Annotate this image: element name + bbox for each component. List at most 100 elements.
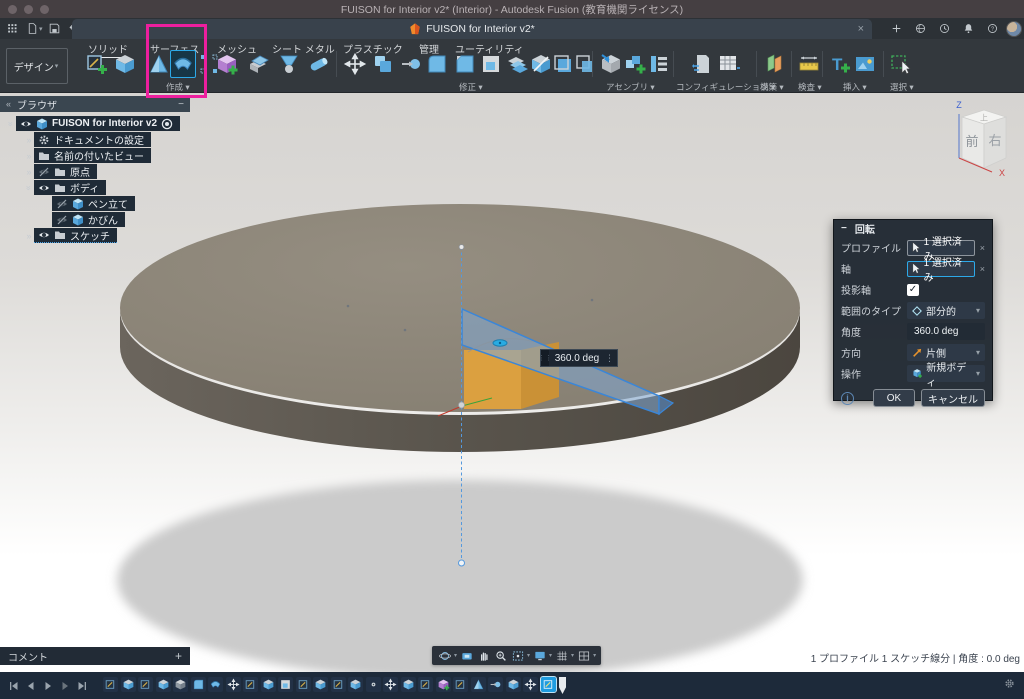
browser-item-ペン立て[interactable]: ペン立て: [0, 196, 200, 211]
browser-node[interactable]: 名前の付いたビュー: [34, 148, 151, 163]
user-avatar[interactable]: [1006, 21, 1022, 37]
dialog-collapse-icon[interactable]: −: [841, 223, 847, 234]
timeline-feature-icon[interactable]: [278, 677, 293, 692]
visibility-off-icon[interactable]: [56, 214, 68, 226]
projection-checkbox[interactable]: ✓: [907, 284, 919, 296]
timeline-feature-icon[interactable]: [173, 677, 188, 692]
angle-input[interactable]: ⋮⋮ 360.0 deg ⋮: [540, 349, 618, 367]
visibility-on-icon[interactable]: [38, 229, 50, 241]
timeline-feature-icon[interactable]: [366, 677, 381, 692]
angle-value[interactable]: 360.0 deg: [549, 353, 605, 364]
timeline-feature-icon[interactable]: [401, 677, 416, 692]
timeline-go-end-icon[interactable]: [74, 678, 89, 693]
visibility-off-icon[interactable]: [56, 198, 68, 210]
fit-icon[interactable]: [509, 647, 526, 664]
browser-node[interactable]: ボディ: [34, 180, 106, 195]
info-icon[interactable]: i: [841, 392, 854, 405]
close-tab-icon[interactable]: ×: [858, 23, 864, 35]
timeline-marker[interactable]: [559, 677, 566, 694]
measure-icon[interactable]: [796, 50, 822, 78]
browser-item-ボディ[interactable]: »ボディ: [0, 180, 200, 195]
tube-icon[interactable]: [306, 50, 332, 78]
toolbar-group-label[interactable]: 修正 ▾: [459, 81, 483, 93]
browser-node[interactable]: かびん: [52, 212, 125, 227]
viewports-icon[interactable]: [575, 647, 592, 664]
timeline-feature-icon[interactable]: [331, 677, 346, 692]
visibility-on-icon[interactable]: [20, 118, 32, 130]
browser-header[interactable]: « ブラウザ −: [0, 96, 190, 112]
timeline-feature-icon[interactable]: [261, 677, 276, 692]
toolbar-group-label[interactable]: 構築 ▾: [760, 81, 784, 93]
extent-type-dropdown[interactable]: 部分的 ▾: [907, 302, 985, 319]
pattern-face-icon[interactable]: [572, 50, 598, 78]
browser-item-FUISON for Interior v2[interactable]: »FUISON for Interior v2: [0, 116, 200, 131]
timeline-feature-icon[interactable]: [348, 677, 363, 692]
browser-node[interactable]: ペン立て: [52, 196, 135, 211]
toolbar-group-label[interactable]: 挿入 ▾: [843, 81, 867, 93]
pan-icon[interactable]: [475, 647, 492, 664]
collapse-panel-icon[interactable]: «: [6, 99, 11, 109]
comments-bar[interactable]: コメント +: [0, 647, 190, 665]
axis-selection-button[interactable]: 1 選択済み: [907, 261, 975, 277]
timeline-feature-icon[interactable]: [506, 677, 521, 692]
loft-icon[interactable]: [276, 50, 302, 78]
chamfer-icon[interactable]: [452, 50, 478, 78]
chevron-down-icon[interactable]: ▾: [527, 652, 530, 659]
timeline-feature-icon[interactable]: [138, 677, 153, 692]
timeline-feature-icon[interactable]: [418, 677, 433, 692]
toolbar-group-label[interactable]: 検査 ▾: [798, 81, 822, 93]
save-icon[interactable]: [45, 20, 65, 38]
expand-closed-icon[interactable]: »: [24, 151, 34, 161]
timeline-feature-icon[interactable]: [296, 677, 311, 692]
visibility-on-icon[interactable]: [38, 182, 50, 194]
clear-axis-icon[interactable]: ×: [980, 264, 985, 274]
extensions-icon[interactable]: [910, 20, 930, 38]
grid-snap-icon[interactable]: [553, 647, 570, 664]
new-component-icon[interactable]: [622, 50, 648, 78]
browser-node[interactable]: ドキュメントの設定: [34, 132, 151, 147]
press-pull-icon[interactable]: [398, 50, 424, 78]
insert-component-icon[interactable]: [598, 50, 624, 78]
chevron-down-icon[interactable]: ▾: [571, 652, 574, 659]
shell-icon[interactable]: [478, 50, 504, 78]
minimize-panel-icon[interactable]: −: [178, 99, 184, 110]
timeline-feature-icon[interactable]: [436, 677, 451, 692]
orbit-icon[interactable]: [436, 647, 453, 664]
create-sketch-icon[interactable]: [84, 50, 110, 78]
expand-closed-icon[interactable]: »: [24, 135, 34, 145]
timeline-go-start-icon[interactable]: [6, 678, 21, 693]
timeline-feature-icon[interactable]: [471, 677, 486, 692]
extrude-icon[interactable]: [112, 50, 138, 78]
browser-item-名前の付いたビュー[interactable]: »名前の付いたビュー: [0, 148, 200, 163]
clear-profile-icon[interactable]: ×: [980, 243, 985, 253]
ok-button[interactable]: OK: [873, 389, 915, 407]
expand-closed-icon[interactable]: »: [24, 231, 34, 241]
more-options-icon[interactable]: ⋮: [605, 353, 617, 364]
zoom-icon[interactable]: [492, 647, 509, 664]
timeline-feature-icon[interactable]: [243, 677, 258, 692]
browser-node[interactable]: FUISON for Interior v2: [16, 116, 180, 131]
browser-node[interactable]: スケッチ: [34, 228, 117, 243]
chevron-down-icon[interactable]: ▾: [39, 25, 43, 33]
configuration-doc-icon[interactable]: [690, 50, 716, 78]
browser-node[interactable]: 原点: [34, 164, 97, 179]
timeline-settings-icon[interactable]: [1003, 677, 1016, 695]
view-cube[interactable]: 上 前 右 Z X: [938, 96, 1024, 186]
configuration-table-icon[interactable]: [716, 50, 742, 78]
cancel-button[interactable]: キャンセル: [921, 389, 985, 407]
activate-component-icon[interactable]: [161, 118, 173, 130]
timeline-feature-icon[interactable]: [226, 677, 241, 692]
add-comment-icon[interactable]: +: [175, 649, 182, 663]
job-status-icon[interactable]: [934, 20, 954, 38]
insert-text-icon[interactable]: T: [827, 50, 853, 78]
timeline-feature-icon[interactable]: [523, 677, 538, 692]
fillet-icon[interactable]: [424, 50, 450, 78]
app-launcher-icon[interactable]: [2, 20, 22, 38]
timeline-feature-icon[interactable]: [383, 677, 398, 692]
expand-open-icon[interactable]: »: [6, 119, 16, 129]
drag-handle-icon[interactable]: ⋮⋮: [541, 350, 549, 366]
help-icon[interactable]: ?: [982, 20, 1002, 38]
new-tab-icon[interactable]: [886, 20, 906, 38]
flange-icon[interactable]: [246, 50, 272, 78]
timeline-feature-icon[interactable]: [453, 677, 468, 692]
